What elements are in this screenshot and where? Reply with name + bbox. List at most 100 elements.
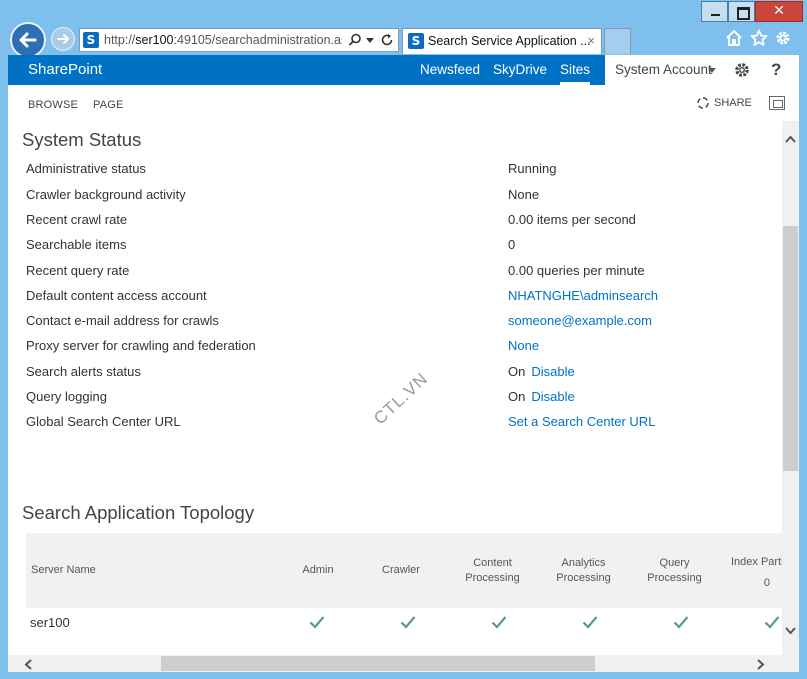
- status-label: Administrative status: [26, 161, 146, 176]
- focus-on-content-icon[interactable]: [769, 96, 785, 110]
- checkmark-icon: [582, 616, 598, 629]
- status-row: Search alerts status On Disable: [26, 364, 766, 384]
- new-tab-button[interactable]: [604, 28, 631, 54]
- refresh-icon[interactable]: [380, 33, 394, 47]
- contact-email-link[interactable]: someone@example.com: [508, 313, 652, 328]
- address-bar[interactable]: S http://ser100:49105/searchadministrati…: [79, 28, 399, 52]
- status-label: Searchable items: [26, 237, 127, 252]
- scrollbar-corner: [782, 655, 799, 672]
- status-label: Contact e-mail address for crawls: [26, 313, 219, 328]
- column-header-content-processing: Content Processing: [465, 556, 520, 584]
- url-text[interactable]: http://ser100:49105/searchadministration…: [104, 29, 342, 51]
- status-label: Global Search Center URL: [26, 414, 181, 429]
- main-body: System Status Administrative status Runn…: [8, 121, 782, 655]
- status-on-text: On: [508, 389, 526, 404]
- column-header-server-name: Server Name: [31, 564, 96, 576]
- set-search-center-url-link[interactable]: Set a Search Center URL: [508, 414, 655, 429]
- tab-close-icon[interactable]: ×: [587, 29, 595, 53]
- index-partition-label: Index Parti: [731, 556, 782, 568]
- status-label: Proxy server for crawling and federation: [26, 338, 256, 353]
- checkmark-icon: [764, 616, 780, 629]
- checkmark-icon: [673, 616, 689, 629]
- status-row: Recent crawl rate 0.00 items per second: [26, 212, 766, 232]
- suite-bar-right: System Account ?: [605, 55, 799, 85]
- tab-browse[interactable]: BROWSE: [28, 99, 78, 111]
- status-value: On Disable: [508, 364, 575, 379]
- column-header-admin: Admin: [302, 564, 334, 576]
- column-header-index-partition: Index Parti 0: [731, 533, 782, 608]
- checkmark-icon: [309, 616, 325, 629]
- scroll-down-icon[interactable]: [785, 627, 796, 635]
- chevron-down-icon: [708, 68, 716, 73]
- home-icon[interactable]: [725, 29, 743, 47]
- status-label: Recent query rate: [26, 263, 130, 278]
- sharepoint-brand[interactable]: SharePoint: [28, 55, 102, 85]
- column-header-analytics-processing: Analytics Processing: [556, 556, 611, 584]
- content-access-account-link[interactable]: NHATNGHE\adminsearch: [508, 288, 658, 303]
- status-row: Searchable items 0: [26, 237, 766, 257]
- status-row: Default content access account NHATNGHE\…: [26, 288, 766, 308]
- gear-icon[interactable]: [733, 61, 751, 79]
- skydrive-link[interactable]: SkyDrive: [493, 55, 547, 85]
- status-value: On Disable: [508, 389, 575, 404]
- topology-title: Search Application Topology: [22, 502, 255, 523]
- horizontal-scroll-thumb[interactable]: [161, 656, 595, 671]
- vertical-scroll-thumb[interactable]: [783, 226, 798, 471]
- close-window-button[interactable]: ✕: [755, 1, 803, 22]
- scroll-right-icon[interactable]: [757, 659, 765, 670]
- search-icon[interactable]: [348, 33, 362, 47]
- status-on-text: On: [508, 364, 526, 379]
- share-label: SHARE: [714, 97, 752, 109]
- close-icon: ✕: [773, 3, 785, 19]
- back-arrow-icon: [19, 32, 37, 48]
- column-header-crawler: Crawler: [382, 564, 420, 576]
- status-row: Contact e-mail address for crawls someon…: [26, 313, 766, 333]
- share-button[interactable]: SHARE: [696, 96, 752, 110]
- scroll-up-icon[interactable]: [785, 135, 796, 143]
- status-row: Recent query rate 0.00 queries per minut…: [26, 263, 766, 283]
- forward-arrow-icon: [57, 34, 69, 44]
- minimize-button[interactable]: [701, 1, 728, 22]
- status-row: Administrative status Running: [26, 161, 766, 181]
- forward-button[interactable]: [51, 27, 75, 51]
- status-value: 0.00 items per second: [508, 212, 636, 227]
- status-label: Query logging: [26, 389, 107, 404]
- vertical-scrollbar[interactable]: [782, 121, 799, 655]
- disable-alerts-link[interactable]: Disable: [531, 364, 574, 379]
- index-partition-number: 0: [763, 577, 770, 589]
- browser-tab-active[interactable]: S Search Service Application ... ×: [402, 28, 602, 54]
- scroll-left-icon[interactable]: [24, 659, 32, 670]
- tab-page[interactable]: PAGE: [93, 99, 124, 111]
- horizontal-scrollbar[interactable]: [8, 655, 782, 672]
- sharepoint-favicon: S: [408, 33, 424, 49]
- system-status-title: System Status: [22, 129, 142, 150]
- proxy-server-link[interactable]: None: [508, 338, 539, 353]
- status-value: Running: [508, 161, 557, 176]
- account-menu[interactable]: System Account: [615, 55, 712, 85]
- page-content: SharePoint Newsfeed SkyDrive Sites Syste…: [8, 55, 799, 672]
- browser-window: ✕ S http://ser100:49105/searchadministra…: [0, 0, 807, 679]
- suite-bar: SharePoint Newsfeed SkyDrive Sites Syste…: [8, 55, 799, 85]
- checkmark-icon: [400, 616, 416, 629]
- maximize-button[interactable]: [728, 1, 755, 22]
- column-header-query-processing: Query Processing: [647, 556, 702, 584]
- status-label: Crawler background activity: [26, 187, 186, 202]
- table-row: ser100: [26, 608, 782, 636]
- server-name-cell: ser100: [30, 615, 70, 630]
- checkmark-icon: [491, 616, 507, 629]
- sites-link[interactable]: Sites: [560, 55, 591, 85]
- sharepoint-favicon: S: [83, 32, 99, 48]
- status-label: Search alerts status: [26, 364, 141, 379]
- favorites-star-icon[interactable]: [750, 29, 768, 47]
- status-value: 0: [508, 237, 516, 252]
- disable-query-logging-link[interactable]: Disable: [531, 389, 574, 404]
- settings-gear-icon[interactable]: [774, 29, 792, 47]
- newsfeed-link[interactable]: Newsfeed: [420, 55, 480, 85]
- status-value: None: [508, 187, 540, 202]
- topology-table-header: Server Name Admin Crawler Content Proces…: [26, 533, 782, 608]
- tab-title: Search Service Application ...: [428, 34, 591, 48]
- status-value: 0.00 queries per minute: [508, 263, 645, 278]
- dropdown-icon[interactable]: [366, 38, 374, 44]
- back-button[interactable]: [10, 22, 46, 58]
- help-icon[interactable]: ?: [771, 55, 781, 85]
